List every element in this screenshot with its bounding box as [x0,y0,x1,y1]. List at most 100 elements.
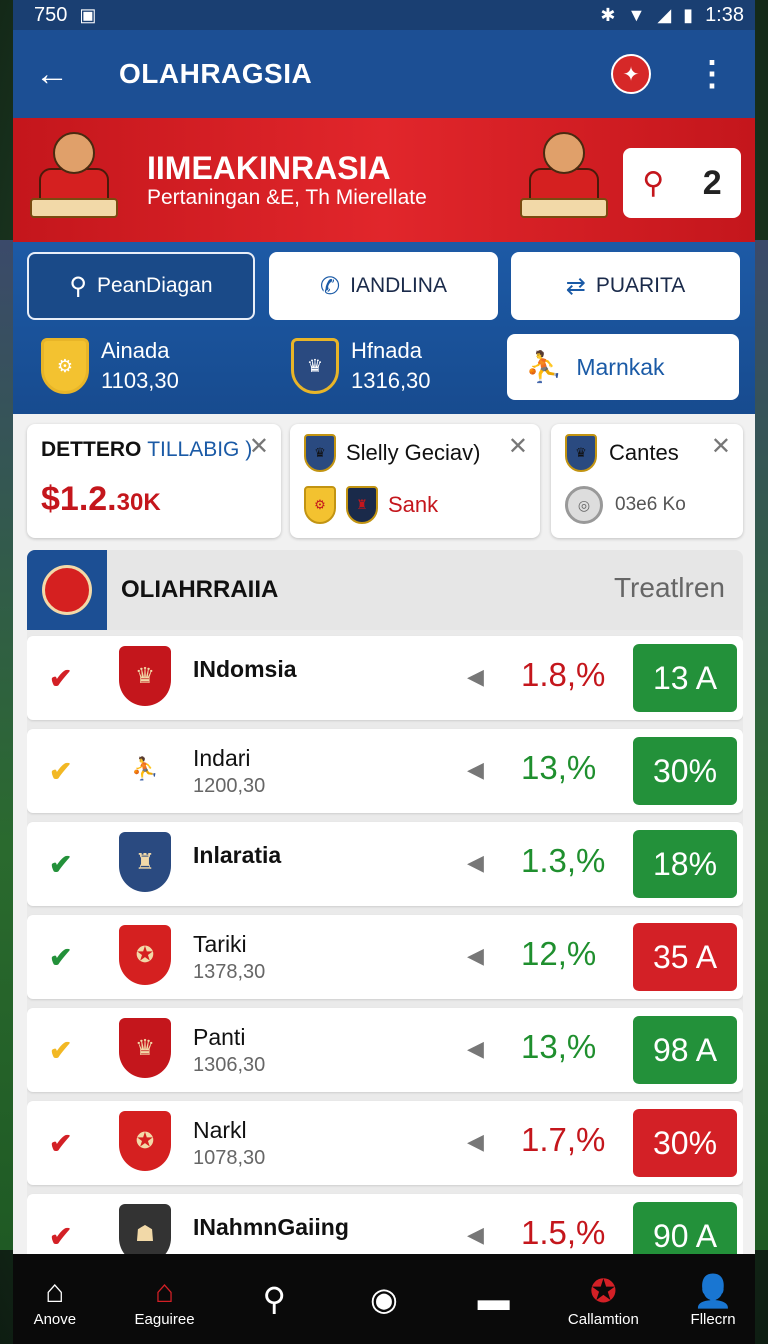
info-card-2[interactable]: ♛ Slelly Geciav) ⚙ ♜ Sank ✕ [290,424,540,538]
nav-profile[interactable]: 👤 Fllecrn [663,1275,755,1328]
row-name: Inlaratia [193,842,282,868]
call-button[interactable]: ✆ IANDLINA [269,252,498,320]
coin-icon: ◎ [565,486,603,524]
search-filter-button[interactable]: ⚲ PeanDiagan [27,252,255,320]
info-card-1[interactable]: DETTERO TILLABIG ) $1.2.30K ✕ [27,424,281,538]
card-title-highlight: TILLABIG ) [147,438,253,461]
caret-left-icon[interactable]: ◀ [467,664,484,690]
nav-label: Fllecrn [690,1310,736,1328]
card-title: Cantes [609,440,679,465]
row-value: 1306,30 [193,1054,266,1076]
team-crest-icon: ⚙ [41,338,89,394]
team-value: 1316,30 [351,368,431,393]
nav-record[interactable]: ◉ [334,1283,434,1319]
back-arrow-icon[interactable]: ← [35,55,95,94]
nav-collection[interactable]: ✪ Callamtion [553,1275,653,1328]
search-icon: ⚲ [262,1281,286,1317]
garuda-crest-icon: ♛ [565,434,597,472]
info-card-3[interactable]: ♛ Cantes ◎ 03e6 Ko ✕ [551,424,743,538]
home-red-icon: ⌂ [154,1272,175,1309]
table-row[interactable]: ✔ ♜ Inlaratia ◀ 1.3,% 18% [27,822,743,906]
card-amount: $1.2.30K [41,480,161,519]
table-row[interactable]: ✔ ♛ Panti 1306,30 ◀ 13,% 98 A [27,1008,743,1092]
row-name: INdomsia [193,656,297,682]
notification-icon: ▣ [79,4,97,25]
row-value: 1078,30 [193,1147,266,1169]
caret-left-icon[interactable]: ◀ [467,943,484,969]
table-row[interactable]: ✔ ✪ Narkl 1078,30 ◀ 1.7,% 30% [27,1101,743,1185]
banner-title: IIMEAKINRASIA [147,150,391,186]
record-icon: ◉ [369,1281,398,1317]
status-left-text: 750 [34,3,68,26]
team-value: 1103,30 [101,368,179,393]
card-subtitle: Sank [388,492,439,517]
search-count-button[interactable]: ⚲ 2 [623,148,741,218]
team-logo-icon: ✪ [119,1111,171,1171]
table-right-label[interactable]: Treatlren [614,572,725,604]
stadium-left [0,240,14,1250]
nav-chat[interactable]: ▬ [444,1283,544,1319]
row-badge[interactable]: 18% [633,830,737,898]
row-badge[interactable]: 13 A [633,644,737,712]
caret-left-icon[interactable]: ◀ [467,1222,484,1248]
row-badge[interactable]: 35 A [633,923,737,991]
check-icon: ✔ [49,1221,73,1252]
team-stat-1[interactable]: ⚙ Ainada 1103,30 [41,338,179,394]
bottom-nav: ⌂ Anove ⌂ Eaguiree ⚲ ◉ ▬ ✪ Callamtion 👤 … [13,1254,755,1344]
amount-small: 30K [116,489,161,516]
row-badge[interactable]: 98 A [633,1016,737,1084]
brand-logo-icon[interactable]: ✦ [611,54,651,94]
caret-left-icon[interactable]: ◀ [467,850,484,876]
table-row[interactable]: ✔ ⛹ Indari 1200,30 ◀ 13,% 30% [27,729,743,813]
more-vertical-icon[interactable]: ⋮ [695,57,729,91]
status-bar: 750 ▣ ✱ ▼ ◢ ▮ 1:38 [13,0,755,30]
amount-big: $1.2. [41,480,117,518]
search-icon: ⚲ [642,166,665,200]
app-bar: ← OLAHRAGSIA ✦ ⋮ [13,30,755,118]
transfer-icon: ⇄ [565,272,586,300]
check-icon: ✔ [49,756,73,787]
check-icon: ✔ [49,849,73,880]
nav-label: Anove [33,1310,77,1328]
team-stat-2[interactable]: ♛ Hfnada 1316,30 [291,338,431,394]
close-icon[interactable]: ✕ [711,432,731,461]
check-icon: ✔ [49,1128,73,1159]
player-link-button[interactable]: ⛹ Marnkak [507,334,739,400]
close-icon[interactable]: ✕ [508,432,528,461]
row-name: Panti [193,1024,246,1050]
table-row[interactable]: ✔ ♛ INdomsia ◀ 1.8,% 13 A [27,636,743,720]
garuda-crest-icon: ♛ [291,338,339,394]
caret-left-icon[interactable]: ◀ [467,757,484,783]
nav-explore[interactable]: ⌂ Eaguiree [115,1275,215,1328]
close-icon[interactable]: ✕ [249,432,269,461]
table-row[interactable]: ✔ ☗ INahmnGaiing ◀ 1.5,% 90 A [27,1194,743,1260]
table-title: OLIAHRRAIIA [121,576,279,603]
table-row[interactable]: ✔ ✪ Tariki 1378,30 ◀ 12,% 35 A [27,915,743,999]
nav-label: Eaguiree [134,1310,195,1328]
bluetooth-icon: ✱ [600,4,616,25]
row-badge[interactable]: 30% [633,1109,737,1177]
shield-icon: ♜ [346,486,378,524]
row-badge[interactable]: 90 A [633,1202,737,1260]
nav-home[interactable]: ⌂ Anove [13,1275,105,1328]
row-value: 1200,30 [193,775,266,797]
button-label: IANDLINA [350,274,447,297]
nav-label: Callamtion [567,1310,639,1328]
team-name: Hfnada [351,338,422,363]
hero-banner: IIMEAKINRASIA Pertaningan &E, Th Mierell… [13,118,755,242]
nav-search[interactable]: ⚲ [224,1283,324,1319]
player-icon: ⛹ [525,350,563,384]
check-icon: ✔ [49,663,73,694]
team-logo-icon: ⛹ [119,739,171,799]
check-icon: ✔ [49,1035,73,1066]
team-logo-icon: ♛ [119,646,171,706]
garuda-crest-icon: ♛ [304,434,336,472]
team-logo-icon: ✪ [119,925,171,985]
caret-left-icon[interactable]: ◀ [467,1129,484,1155]
mascot-right-icon [519,128,609,228]
table-header: OLIAHRRAIIA Treatlren [27,550,743,630]
team-name: Ainada [101,338,170,363]
transfer-button[interactable]: ⇄ PUARITA [511,252,740,320]
row-badge[interactable]: 30% [633,737,737,805]
caret-left-icon[interactable]: ◀ [467,1036,484,1062]
